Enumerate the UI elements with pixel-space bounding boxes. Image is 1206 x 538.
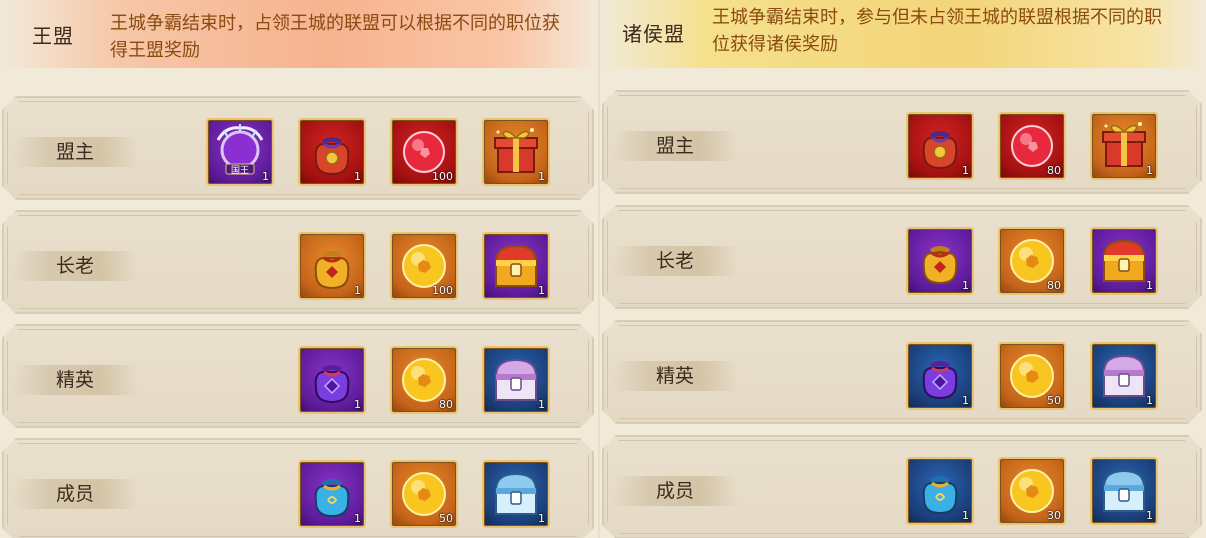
reward-item[interactable]: 国王 1 [206,118,274,186]
reward-row: 成员 1 30 1 [602,435,1202,538]
rank-label: 盟主 [655,135,694,157]
item-quantity: 1 [354,398,361,411]
item-quantity: 1 [262,170,269,183]
reward-row: 盟主 1 100 1 国王 1 [2,96,594,200]
item-quantity: 100 [432,284,453,297]
reward-item[interactable]: 80 [390,346,458,414]
reward-row: 精英 1 50 1 [602,320,1202,424]
panel-title: 诸侯盟 [622,22,685,46]
item-quantity: 1 [1146,394,1153,407]
rank-label-band: 长老 [612,246,738,276]
rank-label: 精英 [655,365,694,387]
reward-item[interactable]: 50 [390,460,458,528]
badge-text: 国王 [231,165,249,176]
reward-item[interactable]: 1 [298,232,366,300]
item-quantity: 1 [1146,509,1153,522]
reward-item[interactable]: 1 [1090,227,1158,295]
item-quantity: 1 [962,509,969,522]
reward-row: 盟主 1 80 1 [602,90,1202,194]
reward-item[interactable]: 80 [998,112,1066,180]
rank-label-band: 成员 [12,479,138,509]
item-quantity: 1 [354,170,361,183]
reward-item[interactable]: 50 [998,342,1066,410]
vassal-alliance-panel: 诸侯盟 王城争霸结束时，参与但未占领王城的联盟根据不同的职位获得诸侯奖励 盟主 1… [600,0,1206,538]
panel-description: 王城争霸结束时，占领王城的联盟可以根据不同的职位获得王盟奖励 [110,13,560,61]
reward-item[interactable]: 1 [298,118,366,186]
item-quantity: 1 [538,512,545,525]
reward-item[interactable]: 1 [482,346,550,414]
rank-label-band: 盟主 [612,131,738,161]
panel-title: 王盟 [32,24,74,48]
reward-items: 1 80 1 [906,112,1158,180]
panel-description: 王城争霸结束时，参与但未占领王城的联盟根据不同的职位获得诸侯奖励 [712,7,1162,55]
reward-item[interactable]: 1 [906,227,974,295]
reward-item[interactable]: 100 [390,118,458,186]
item-quantity: 1 [962,279,969,292]
item-quantity: 80 [1047,164,1061,177]
reward-item[interactable]: 1 [482,232,550,300]
item-quantity: 80 [439,398,453,411]
item-quantity: 1 [962,164,969,177]
item-quantity: 80 [1047,279,1061,292]
reward-items: 1 80 1 [906,227,1158,295]
reward-items: 1 30 1 [906,457,1158,525]
item-quantity: 1 [962,394,969,407]
reward-row: 长老 1 80 1 [602,205,1202,309]
reward-items: 1 100 1 [298,232,550,300]
reward-item[interactable]: 1 [1090,342,1158,410]
item-quantity: 30 [1047,509,1061,522]
rank-label-band: 盟主 [12,137,138,167]
reward-item[interactable]: 1 [906,457,974,525]
item-quantity: 1 [354,512,361,525]
reward-item[interactable]: 1 [906,112,974,180]
king-alliance-panel: 王盟 王城争霸结束时，占领王城的联盟可以根据不同的职位获得王盟奖励 盟主 1 100… [0,0,598,538]
reward-row: 长老 1 100 1 [2,210,594,314]
reward-items: 1 50 1 [298,460,550,528]
rank-label: 成员 [55,483,94,505]
reward-item[interactable]: 1 [906,342,974,410]
item-quantity: 1 [1146,279,1153,292]
item-quantity: 1 [354,284,361,297]
item-quantity: 50 [439,512,453,525]
rank-label: 成员 [655,480,694,502]
item-quantity: 1 [1146,164,1153,177]
rank-label: 盟主 [55,141,94,163]
item-quantity: 1 [538,170,545,183]
rank-label-band: 成员 [612,476,738,506]
rank-label-band: 长老 [12,251,138,281]
rank-label: 精英 [55,369,94,391]
item-quantity: 1 [538,284,545,297]
rank-label: 长老 [55,255,94,277]
reward-item[interactable]: 1 [482,118,550,186]
item-quantity: 100 [432,170,453,183]
reward-item[interactable]: 1 [482,460,550,528]
reward-row: 精英 1 80 1 [2,324,594,428]
reward-items: 1 100 1 国王 1 [206,118,550,186]
reward-item[interactable]: 80 [998,227,1066,295]
reward-item[interactable]: 1 [298,346,366,414]
rank-label-band: 精英 [612,361,738,391]
item-quantity: 50 [1047,394,1061,407]
vassal-alliance-header: 诸侯盟 王城争霸结束时，参与但未占领王城的联盟根据不同的职位获得诸侯奖励 [600,0,1206,70]
reward-item[interactable]: 100 [390,232,458,300]
rank-label-band: 精英 [12,365,138,395]
reward-item[interactable]: 1 [298,460,366,528]
reward-items: 1 50 1 [906,342,1158,410]
item-quantity: 1 [538,398,545,411]
reward-item[interactable]: 1 [1090,112,1158,180]
reward-row: 成员 1 50 1 [2,438,594,538]
king-alliance-header: 王盟 王城争霸结束时，占领王城的联盟可以根据不同的职位获得王盟奖励 [0,0,598,70]
reward-item[interactable]: 1 [1090,457,1158,525]
reward-item[interactable]: 30 [998,457,1066,525]
rank-label: 长老 [655,250,694,272]
reward-items: 1 80 1 [298,346,550,414]
